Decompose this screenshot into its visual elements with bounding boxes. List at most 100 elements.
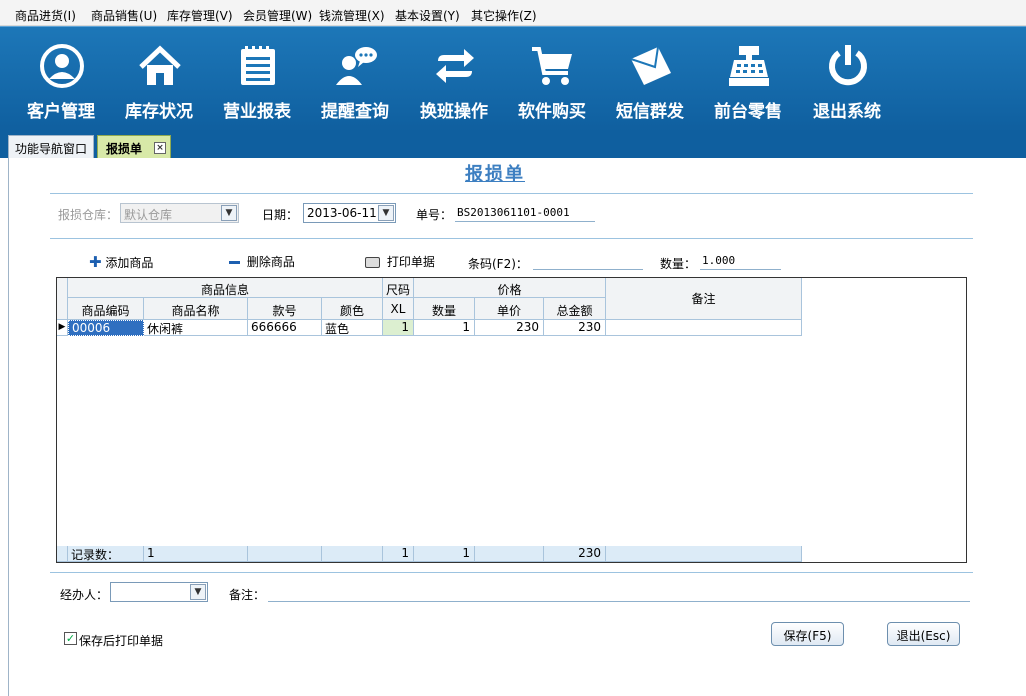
menu-bar: 商品进货(I) 商品销售(U) 库存管理(V) 会员管理(W) 钱流管理(X) … [0, 0, 1026, 26]
menu-members[interactable]: 会员管理(W) [243, 7, 312, 24]
power-icon [829, 45, 867, 86]
toolbar-shift-button[interactable]: 换班操作 [409, 27, 499, 133]
toolbar-customer-label: 客户管理 [27, 102, 95, 122]
chevron-down-icon: ▼ [221, 205, 237, 221]
barcode-input[interactable] [533, 252, 643, 270]
footer-cell [606, 546, 802, 562]
qty-label: 数量： [660, 257, 697, 271]
handler-label: 经办人： [60, 588, 109, 602]
col-header-name[interactable]: 商品名称 [144, 298, 248, 320]
toolbar-reminder-button[interactable]: 提醒查询 [310, 27, 400, 133]
tab-damage-report-label: 报损单 [106, 142, 143, 156]
items-grid: 商品信息 尺码 价格 备注 商品编码 商品名称 款号 颜色 XL 数量 单价 总… [56, 277, 967, 563]
footer-corner [57, 546, 68, 562]
divider [50, 238, 973, 239]
chevron-down-icon[interactable]: ▼ [190, 584, 206, 600]
cell-name[interactable]: 休闲裤 [144, 320, 248, 336]
reminder-icon [336, 47, 377, 85]
save-button[interactable]: 保存(F5) [771, 622, 844, 646]
cell-unit-price[interactable]: 230 [475, 320, 544, 336]
home-icon [139, 45, 181, 85]
close-icon[interactable]: × [154, 142, 166, 154]
main-toolbar: 客户管理 库存状况 营业报表 提醒查询 换班操作 软件购买 短信群发 前台零售 … [0, 26, 1026, 132]
report-icon [241, 46, 275, 85]
toolbar-sms-label: 短信群发 [616, 102, 684, 122]
footer-record-count: 1 [144, 546, 248, 562]
cell-qty[interactable]: 1 [414, 320, 475, 336]
divider [50, 193, 973, 194]
footer-qty-sum: 1 [414, 546, 475, 562]
toolbar-retail-button[interactable]: 前台零售 [703, 27, 793, 133]
menu-sales[interactable]: 商品销售(U) [91, 7, 157, 24]
toolbar-retail-label: 前台零售 [714, 102, 782, 122]
col-header-qty[interactable]: 数量 [414, 298, 475, 320]
cell-remark[interactable] [606, 320, 802, 336]
toolbar-stock-button[interactable]: 库存状况 [114, 27, 204, 133]
warehouse-value: 默认仓库 [124, 208, 173, 222]
add-item-button[interactable]: ✚ 添加商品 [89, 253, 153, 271]
print-after-save-checkbox[interactable]: ✓ [64, 632, 77, 645]
tab-navigation[interactable]: 功能导航窗口 [8, 135, 94, 158]
cash-register-icon [729, 46, 769, 86]
cell-style[interactable]: 666666 [248, 320, 322, 336]
print-button[interactable]: 打印单据 [365, 253, 435, 270]
plus-icon: ✚ [89, 253, 102, 271]
col-header-total[interactable]: 总金额 [544, 298, 606, 320]
toolbar-purchase-button[interactable]: 软件购买 [507, 27, 597, 133]
delete-item-button[interactable]: 删除商品 [229, 253, 295, 270]
group-header-info: 商品信息 [68, 278, 383, 298]
col-header-color[interactable]: 颜色 [322, 298, 383, 320]
toolbar-sms-button[interactable]: 短信群发 [605, 27, 695, 133]
toolbar-exit-button[interactable]: 退出系统 [802, 27, 892, 133]
toolbar-shift-label: 换班操作 [420, 102, 488, 122]
toolbar-reminder-label: 提醒查询 [321, 102, 389, 122]
minus-icon [229, 261, 240, 264]
tab-damage-report[interactable]: 报损单 × [97, 135, 171, 158]
footer-total-sum: 230 [544, 546, 606, 562]
group-header-price: 价格 [414, 278, 606, 298]
menu-other[interactable]: 其它操作(Z) [471, 7, 537, 24]
menu-cashflow[interactable]: 钱流管理(X) [319, 7, 385, 24]
customer-icon [40, 44, 84, 88]
qty-input[interactable]: 1.000 [700, 252, 781, 270]
menu-purchase[interactable]: 商品进货(I) [15, 7, 76, 24]
date-label: 日期： [262, 208, 299, 222]
handler-select[interactable]: ▼ [110, 582, 208, 602]
barcode-label: 条码(F2)： [468, 257, 528, 271]
mail-icon [630, 46, 671, 85]
menu-inventory[interactable]: 库存管理(V) [167, 7, 233, 24]
cell-total[interactable]: 230 [544, 320, 606, 336]
date-picker[interactable]: 2013-06-11 ▼ [303, 203, 396, 223]
footer-cell [248, 546, 322, 562]
delete-item-label: 删除商品 [246, 255, 295, 269]
order-no-label: 单号： [416, 208, 453, 222]
group-header-size: 尺码 [383, 278, 414, 298]
order-no-field[interactable]: BS2013061101-0001 [455, 204, 595, 222]
row-header-corner [57, 278, 68, 320]
add-item-label: 添加商品 [105, 256, 154, 270]
toolbar-purchase-label: 软件购买 [518, 102, 586, 122]
date-value: 2013-06-11 [307, 206, 377, 220]
cart-icon [532, 47, 572, 85]
chevron-down-icon[interactable]: ▼ [378, 205, 394, 221]
row-selector-icon[interactable]: ▶ [57, 320, 68, 336]
divider [50, 572, 973, 573]
col-header-unit-price[interactable]: 单价 [475, 298, 544, 320]
footer-cell [322, 546, 383, 562]
footer-size-sum: 1 [383, 546, 414, 562]
group-header-remark: 备注 [606, 278, 802, 320]
col-header-style[interactable]: 款号 [248, 298, 322, 320]
toolbar-customer-button[interactable]: 客户管理 [16, 27, 106, 133]
remark-input[interactable] [268, 584, 970, 602]
col-header-size-xl[interactable]: XL [383, 298, 414, 320]
warehouse-label: 报损仓库： [58, 208, 119, 222]
cell-size[interactable]: 1 [383, 320, 414, 336]
toolbar-exit-label: 退出系统 [813, 102, 881, 122]
menu-settings[interactable]: 基本设置(Y) [395, 7, 460, 24]
col-header-code[interactable]: 商品编码 [68, 298, 144, 320]
exit-button[interactable]: 退出(Esc) [887, 622, 960, 646]
cell-code[interactable]: 00006 [68, 320, 144, 336]
toolbar-report-button[interactable]: 营业报表 [212, 27, 302, 133]
print-after-save-label: 保存后打印单据 [79, 634, 164, 648]
cell-color[interactable]: 蓝色 [322, 320, 383, 336]
